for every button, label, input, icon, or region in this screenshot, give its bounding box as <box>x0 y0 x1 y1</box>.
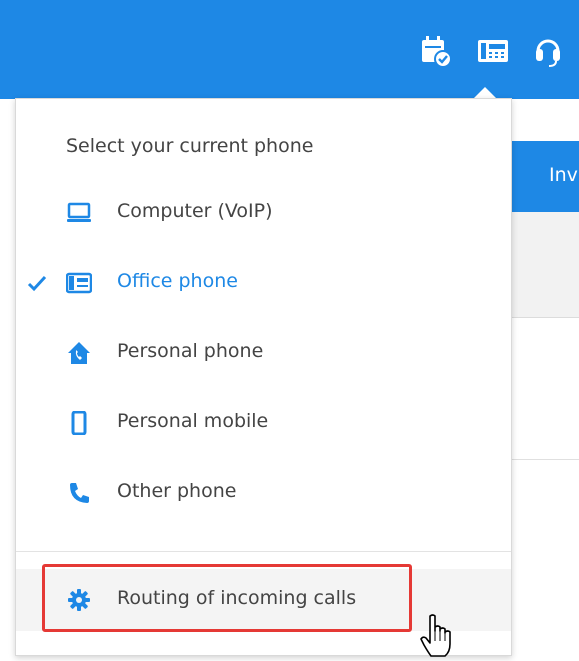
headset-icon[interactable] <box>533 33 563 69</box>
menu-item-label: Office phone <box>117 270 238 292</box>
menu-item-personal-phone[interactable]: Personal phone <box>16 328 511 378</box>
house-phone-icon <box>66 340 92 366</box>
menu-item-computer-voip[interactable]: Computer (VoIP) <box>16 188 511 238</box>
hand-cursor-icon <box>420 613 454 659</box>
office-phone-icon <box>66 270 92 296</box>
menu-item-label: Personal mobile <box>117 410 269 432</box>
dropdown-divider <box>16 551 511 552</box>
phone-handset-icon <box>66 480 92 506</box>
dropdown-header: Select your current phone <box>66 135 314 157</box>
background-panel <box>505 212 579 318</box>
office-phone-icon[interactable] <box>476 33 510 69</box>
checkmark-icon <box>27 273 47 293</box>
menu-item-label: Other phone <box>117 480 237 502</box>
highlight-box <box>42 564 412 632</box>
menu-item-personal-mobile[interactable]: Personal mobile <box>16 398 511 448</box>
calendar-check-icon[interactable] <box>418 33 452 69</box>
top-bar <box>0 0 579 99</box>
background-row-text[interactable]: Inv <box>549 164 578 186</box>
menu-item-label: Personal phone <box>117 340 264 362</box>
menu-item-other-phone[interactable]: Other phone <box>16 468 511 518</box>
computer-icon <box>66 200 92 226</box>
menu-item-label: Computer (VoIP) <box>117 200 273 222</box>
menu-item-office-phone[interactable]: Office phone <box>16 258 511 308</box>
background-divider <box>505 459 579 460</box>
background-toolbar-row: Inv <box>505 141 579 212</box>
mobile-icon <box>66 410 92 436</box>
